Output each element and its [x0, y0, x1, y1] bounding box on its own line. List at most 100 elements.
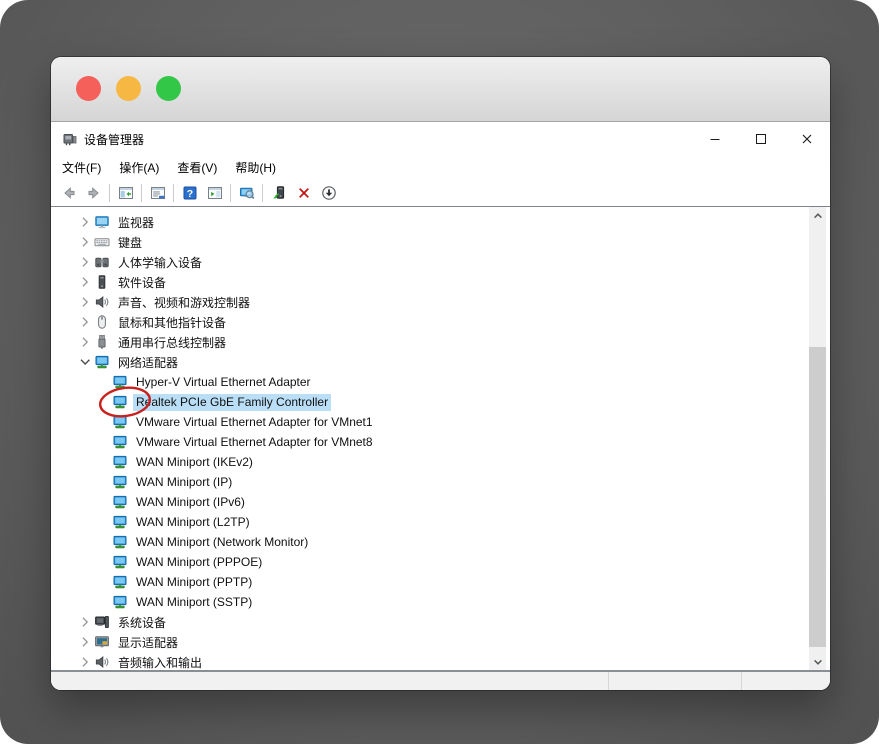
- zoom-light[interactable]: [155, 76, 181, 101]
- speaker-icon: [94, 294, 110, 310]
- maximize-icon: [753, 131, 769, 147]
- forward-button[interactable]: [81, 182, 106, 204]
- minimize-button[interactable]: [692, 122, 738, 156]
- back-icon: [61, 185, 77, 201]
- system-device-icon: [94, 614, 110, 630]
- device-tree: 监视器 键盘 人体学输入设备软件设备声音、视频和游戏控制器 鼠标和其他指针设备 通用串行…: [51, 207, 806, 670]
- tree-item[interactable]: 鼠标和其他指针设备: [51, 312, 806, 332]
- chevron-down-icon: [77, 354, 93, 370]
- chevron-right-icon[interactable]: [77, 314, 93, 330]
- disable-device-icon: [321, 185, 337, 201]
- network-adapter-icon: [112, 454, 128, 470]
- tree-item[interactable]: WAN Miniport (PPTP): [51, 572, 806, 592]
- scroll-up-icon: [810, 208, 826, 224]
- network-adapter-icon: [112, 554, 128, 570]
- toolbar-separator: [262, 183, 263, 202]
- chevron-right-icon[interactable]: [77, 294, 93, 310]
- uninstall-device-icon: [296, 185, 312, 201]
- uninstall-device-button[interactable]: [291, 182, 316, 204]
- menu-item[interactable]: 查看(V): [168, 156, 226, 179]
- chevron-right-icon: [77, 314, 93, 330]
- usb-icon: [94, 334, 110, 350]
- scrollbar-track[interactable]: [809, 224, 826, 653]
- keyboard-icon: [94, 234, 110, 250]
- status-bar: [51, 671, 830, 690]
- chevron-right-icon[interactable]: [77, 254, 93, 270]
- tree-item[interactable]: WAN Miniport (PPPOE): [51, 552, 806, 572]
- network-adapter-icon: [112, 374, 128, 390]
- network-adapter-icon: [112, 474, 128, 490]
- tree-item[interactable]: WAN Miniport (IP): [51, 472, 806, 492]
- tree-item[interactable]: 显示适配器: [51, 632, 806, 652]
- network-adapter-icon: [112, 494, 128, 510]
- tree-item[interactable]: VMware Virtual Ethernet Adapter for VMne…: [51, 432, 806, 452]
- tree-item[interactable]: WAN Miniport (L2TP): [51, 512, 806, 532]
- menu-item[interactable]: 操作(A): [110, 156, 168, 179]
- back-button[interactable]: [56, 182, 81, 204]
- vertical-scrollbar[interactable]: [809, 207, 826, 670]
- properties-icon: [150, 185, 166, 201]
- tree-item[interactable]: VMware Virtual Ethernet Adapter for VMne…: [51, 412, 806, 432]
- tree-item[interactable]: 键盘: [51, 232, 806, 252]
- tree-item-label: VMware Virtual Ethernet Adapter for VMne…: [136, 415, 373, 429]
- speaker-icon: [94, 294, 110, 310]
- tree-item[interactable]: WAN Miniport (IKEv2): [51, 452, 806, 472]
- console-tree-button[interactable]: [113, 182, 138, 204]
- chevron-down-icon[interactable]: [77, 354, 93, 370]
- network-adapter-icon: [112, 394, 128, 410]
- scrollbar-thumb[interactable]: [809, 347, 826, 647]
- mac-titlebar[interactable]: [51, 57, 830, 122]
- tree-item[interactable]: 声音、视频和游戏控制器: [51, 292, 806, 312]
- tree-item[interactable]: Hyper-V Virtual Ethernet Adapter: [51, 372, 806, 392]
- chevron-right-icon: [77, 274, 93, 290]
- tree-item[interactable]: Realtek PCIe GbE Family Controller: [51, 392, 806, 412]
- tree-item[interactable]: WAN Miniport (IPv6): [51, 492, 806, 512]
- network-adapter-icon: [112, 594, 128, 610]
- help-button[interactable]: ?: [177, 182, 202, 204]
- tree-item-label: WAN Miniport (L2TP): [136, 515, 250, 529]
- maximize-button[interactable]: [738, 122, 784, 156]
- scroll-up-button[interactable]: [809, 207, 826, 224]
- tree-item-label: 软件设备: [118, 275, 167, 290]
- chevron-right-icon[interactable]: [77, 614, 93, 630]
- mac-window: 设备管理器 文件(F) 操作(A) 查看(V) 帮助(H) ? 监视器 键盘 人体学输入设…: [51, 57, 830, 690]
- tree-item[interactable]: 通用串行总线控制器: [51, 332, 806, 352]
- scroll-down-button[interactable]: [809, 653, 826, 670]
- network-adapter-icon: [94, 354, 110, 370]
- close-light[interactable]: [75, 76, 101, 101]
- tree-item[interactable]: WAN Miniport (Network Monitor): [51, 532, 806, 552]
- tree-item[interactable]: 系统设备: [51, 612, 806, 632]
- menu-item[interactable]: 帮助(H): [226, 156, 285, 179]
- network-adapter-icon: [112, 574, 128, 590]
- menu-item[interactable]: 文件(F): [53, 156, 110, 179]
- tree-item[interactable]: 网络适配器: [51, 352, 806, 372]
- chevron-right-icon[interactable]: [77, 334, 93, 350]
- tree-item[interactable]: 人体学输入设备: [51, 252, 806, 272]
- tree-item[interactable]: WAN Miniport (SSTP): [51, 592, 806, 612]
- toolbar-separator: [109, 183, 110, 202]
- svg-text:?: ?: [186, 188, 192, 200]
- tree-item[interactable]: 音频输入和输出: [51, 652, 806, 670]
- chevron-right-icon[interactable]: [77, 234, 93, 250]
- device-manager-icon: [62, 131, 78, 147]
- chevron-right-icon: [77, 214, 93, 230]
- chevron-right-icon[interactable]: [77, 214, 93, 230]
- properties-button[interactable]: [145, 182, 170, 204]
- tree-item[interactable]: 软件设备: [51, 272, 806, 292]
- minimize-light[interactable]: [115, 76, 141, 101]
- action-pane-button[interactable]: [202, 182, 227, 204]
- update-driver-button[interactable]: [266, 182, 291, 204]
- device-manager-icon: [62, 131, 78, 147]
- close-button[interactable]: [784, 122, 830, 156]
- scan-hardware-button[interactable]: [234, 182, 259, 204]
- chevron-right-icon[interactable]: [77, 654, 93, 670]
- tree-item[interactable]: 监视器: [51, 212, 806, 232]
- action-pane-icon: [207, 185, 223, 201]
- disable-device-button[interactable]: [316, 182, 341, 204]
- chevron-right-icon[interactable]: [77, 274, 93, 290]
- chevron-right-icon[interactable]: [77, 634, 93, 650]
